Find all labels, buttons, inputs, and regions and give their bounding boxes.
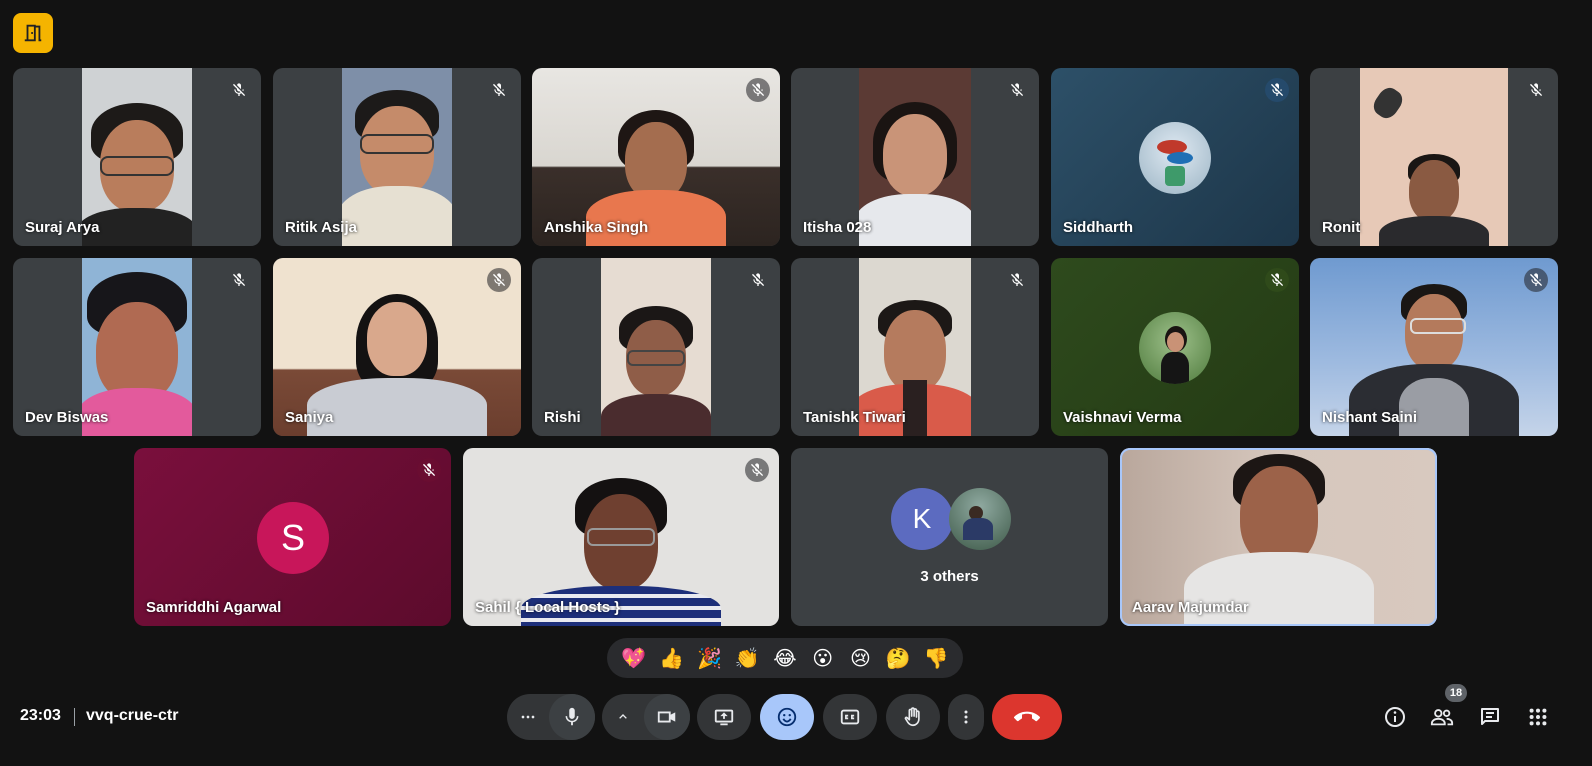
avatar [1139,312,1211,384]
participant-tile[interactable]: Nishant Saini [1310,258,1558,436]
participant-tile[interactable]: Rishi [532,258,780,436]
participant-name: Aarav Majumdar [1132,599,1249,616]
participant-name: Sahil { Local Hosts } [475,599,621,616]
info-icon[interactable] [1383,705,1407,729]
participant-tile[interactable]: S Samriddhi Agarwal [134,448,451,626]
videocam-icon[interactable] [644,694,690,740]
emoji-icon[interactable] [760,694,814,740]
participant-name: Saniya [285,409,334,426]
more-vert-icon[interactable] [948,694,984,740]
participant-name: Siddharth [1063,219,1133,236]
mic-off-icon [1005,268,1029,292]
camera-control-group [602,694,690,740]
participant-tile[interactable]: Sahil { Local Hosts } [463,448,779,626]
participant-name: Suraj Arya [25,219,100,236]
reaction-laugh[interactable]: 😂 [770,646,800,670]
mic-off-icon [227,78,251,102]
reaction-heart[interactable]: 💖 [619,646,649,670]
participant-name: Ritik Asija [285,219,357,236]
avatar: S [257,502,329,574]
participant-tile[interactable]: Itisha 028 [791,68,1039,246]
participant-tile[interactable]: Saniya [273,258,521,436]
participant-tile[interactable]: Anshika Singh [532,68,780,246]
reaction-surprised[interactable]: 😮 [808,646,838,670]
participant-tile[interactable]: Suraj Arya [13,68,261,246]
mic-off-icon [1005,78,1029,102]
mic-off-icon [745,458,769,482]
meeting-code: vvq-crue-ctr [86,707,179,724]
participant-tile[interactable]: Tanishk Tiwari [791,258,1039,436]
mic-off-icon [1265,268,1289,292]
people-count-badge: 18 [1445,684,1467,702]
reactions-bar: 💖 👍 🎉 👏 😂 😮 😢 🤔 👎 [607,638,963,678]
call-end-icon[interactable] [992,694,1062,740]
participant-tile[interactable]: Siddharth [1051,68,1299,246]
reaction-thumbs-down[interactable]: 👎 [921,646,951,670]
chevron-up-icon[interactable] [602,694,644,740]
participant-tile[interactable]: Vaishnavi Verma [1051,258,1299,436]
mic-icon[interactable] [549,694,595,740]
mic-off-icon [1524,78,1548,102]
divider [74,708,75,726]
avatar [949,488,1011,550]
participant-name: Anshika Singh [544,219,649,236]
reaction-party[interactable]: 🎉 [694,646,724,670]
participant-name: Dev Biswas [25,409,109,426]
participant-tile[interactable]: Ritik Asija [273,68,521,246]
participant-name: Nishant Saini [1322,409,1418,426]
mic-off-icon [227,268,251,292]
mic-off-icon [417,458,441,482]
mic-control-group [507,694,595,740]
participant-name: Rishi [544,409,581,426]
reaction-sad[interactable]: 😢 [845,646,875,670]
others-label: 3 others [920,568,979,585]
more-horiz-icon[interactable] [507,694,549,740]
closed-captions-icon[interactable] [823,694,877,740]
participant-name: Ronit [1322,219,1361,236]
mic-off-icon [487,268,511,292]
present-screen-icon[interactable] [697,694,751,740]
raise-hand-icon[interactable] [886,694,940,740]
participant-name: Vaishnavi Verma [1063,409,1182,426]
reaction-thumbs-up[interactable]: 👍 [657,646,687,670]
mic-off-icon [746,78,770,102]
participant-tile[interactable]: Ronit [1310,68,1558,246]
others-tile[interactable]: K 3 others [791,448,1108,626]
mic-off-icon [746,268,770,292]
reaction-thinking[interactable]: 🤔 [883,646,913,670]
chat-icon[interactable] [1478,705,1502,729]
meeting-time: 23:03 [20,707,61,724]
mic-off-icon [1265,78,1289,102]
participant-name: Itisha 028 [803,219,872,236]
participant-tile-self[interactable]: Aarav Majumdar [1120,448,1437,626]
apps-grid-icon[interactable] [1526,705,1550,729]
participant-name: Tanishk Tiwari [803,409,906,426]
mic-off-icon [487,78,511,102]
participant-name: Samriddhi Agarwal [146,599,282,616]
mic-off-icon [1524,268,1548,292]
reaction-clap[interactable]: 👏 [732,646,762,670]
avatar [1139,122,1211,194]
participant-tile[interactable]: Dev Biswas [13,258,261,436]
door-icon[interactable] [13,13,53,53]
people-icon[interactable] [1430,705,1454,729]
avatar: K [891,488,953,550]
